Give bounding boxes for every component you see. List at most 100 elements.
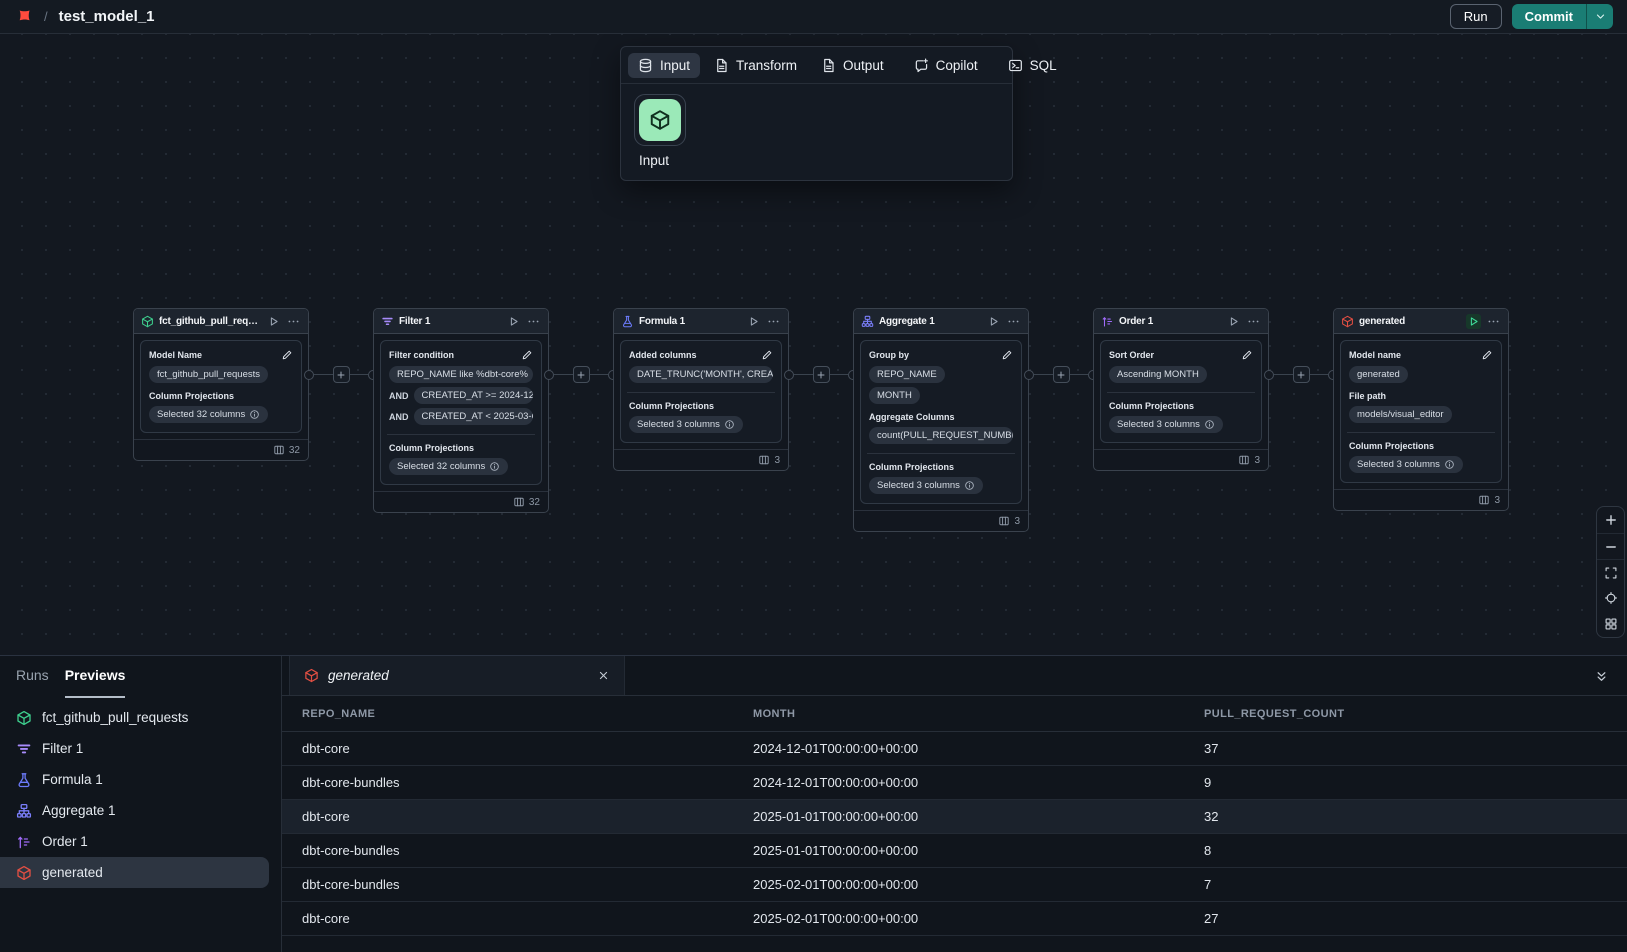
list-item-aggregate-1[interactable]: Aggregate 1 (0, 795, 269, 826)
add-node-button[interactable] (1293, 366, 1310, 383)
edit-node-button[interactable] (521, 349, 533, 361)
play-icon (747, 315, 760, 328)
node-value-pill[interactable]: Selected 3 columns (629, 416, 743, 433)
node-value-pill[interactable]: CREATED_AT >= 2024-12-01 (414, 387, 534, 404)
node-column-count: 3 (1014, 516, 1020, 527)
edit-node-button[interactable] (1241, 349, 1253, 361)
node-menu-button[interactable] (526, 314, 541, 329)
zoom-in-button[interactable] (1597, 507, 1624, 533)
node-value-pill[interactable]: Selected 32 columns (389, 458, 508, 475)
tab-runs[interactable]: Runs (16, 667, 49, 698)
node-menu-button[interactable] (286, 314, 301, 329)
fit-view-button[interactable] (1597, 559, 1624, 585)
node-aggregate-1[interactable]: Aggregate 1Group byREPO_NAMEMONTHAggrega… (853, 308, 1029, 532)
dbt-canvas-app: / test_model_1 Run Commit InputTransform… (0, 0, 1627, 952)
node-formula-1[interactable]: Formula 1Added columnsDATE_TRUNC('MONTH'… (613, 308, 789, 471)
node-menu-button[interactable] (1006, 314, 1021, 329)
node-value-pill[interactable]: MONTH (869, 387, 920, 404)
palette-tab-transform[interactable]: Transform (704, 53, 807, 78)
tab-previews[interactable]: Previews (65, 667, 126, 698)
node-filter-1[interactable]: Filter 1Filter conditionREPO_NAME like %… (373, 308, 549, 513)
node-menu-button[interactable] (1486, 314, 1501, 329)
node-value-pill[interactable]: REPO_NAME (869, 366, 945, 383)
minimap-button[interactable] (1597, 611, 1624, 637)
palette-item-input[interactable]: Input (634, 94, 704, 168)
edit-node-button[interactable] (1001, 349, 1013, 361)
node-title: generated (1359, 316, 1461, 327)
dbt-logo-icon[interactable] (14, 7, 33, 26)
close-icon[interactable] (597, 669, 610, 682)
table-row[interactable]: dbt-core-bundles2024-12-01T00:00:00+00:0… (282, 766, 1627, 800)
commit-button[interactable]: Commit (1512, 4, 1586, 29)
run-node-button[interactable] (1226, 314, 1241, 329)
node-value-pill[interactable]: REPO_NAME like %dbt-core% (389, 366, 533, 383)
table-row[interactable]: dbt-core2025-01-01T00:00:00+00:0032 (282, 800, 1627, 834)
minus-icon (1604, 540, 1618, 554)
palette-tab-sql[interactable]: SQL (998, 53, 1067, 78)
locate-button[interactable] (1597, 585, 1624, 611)
palette-tab-input[interactable]: Input (628, 53, 700, 78)
node-column-count: 32 (289, 445, 300, 456)
node-value-pill[interactable]: Selected 3 columns (1349, 456, 1463, 473)
node-generated[interactable]: generatedModel namegeneratedFile pathmod… (1333, 308, 1509, 511)
collapse-panel-button[interactable] (1589, 664, 1613, 688)
node-value-pill[interactable]: Selected 3 columns (869, 477, 983, 494)
add-node-button[interactable] (333, 366, 350, 383)
output-port[interactable] (1024, 370, 1034, 380)
run-node-button[interactable] (746, 314, 761, 329)
column-header[interactable]: MONTH (753, 708, 1204, 720)
column-header[interactable]: PULL_REQUEST_COUNT (1204, 708, 1627, 720)
node-value-pill[interactable]: Selected 32 columns (149, 406, 268, 423)
commit-dropdown-button[interactable] (1586, 4, 1613, 29)
canvas[interactable]: InputTransformOutput Copilot SQL Input fct… (0, 34, 1627, 655)
node-value-pill[interactable]: generated (1349, 366, 1408, 383)
list-item-formula-1[interactable]: Formula 1 (0, 764, 269, 795)
add-node-button[interactable] (1053, 366, 1070, 383)
table-row[interactable]: dbt-core-bundles2025-01-01T00:00:00+00:0… (282, 834, 1627, 868)
palette-tab-output[interactable]: Output (811, 53, 894, 78)
node-field-row: REPO_NAME like %dbt-core% (389, 366, 533, 383)
list-item-label: Filter 1 (42, 741, 83, 756)
node-order-1[interactable]: Order 1Sort OrderAscending MONTHColumn P… (1093, 308, 1269, 471)
node-value-pill[interactable]: CREATED_AT < 2025-03-01 (414, 408, 534, 425)
edit-node-button[interactable] (281, 349, 293, 361)
add-node-button[interactable] (813, 366, 830, 383)
commit-button-group: Commit (1512, 4, 1613, 29)
output-port[interactable] (304, 370, 314, 380)
run-node-button[interactable] (986, 314, 1001, 329)
run-button[interactable]: Run (1450, 4, 1502, 29)
run-node-button[interactable] (266, 314, 281, 329)
list-item-filter-1[interactable]: Filter 1 (0, 733, 269, 764)
output-port[interactable] (784, 370, 794, 380)
edit-node-button[interactable] (761, 349, 773, 361)
output-port[interactable] (1264, 370, 1274, 380)
list-item-order-1[interactable]: Order 1 (0, 826, 269, 857)
table-row[interactable]: dbt-core2024-12-01T00:00:00+00:0037 (282, 732, 1627, 766)
list-item-fct-github-pull-requests[interactable]: fct_github_pull_requests (0, 702, 269, 733)
add-node-button[interactable] (573, 366, 590, 383)
node-value-pill[interactable]: count(PULL_REQUEST_NUMBER) as ... (869, 427, 1013, 444)
node-value-pill[interactable]: Ascending MONTH (1109, 366, 1207, 383)
table-row[interactable]: dbt-core-bundles2025-02-01T00:00:00+00:0… (282, 868, 1627, 902)
node-menu-button[interactable] (1246, 314, 1261, 329)
list-item-generated[interactable]: generated (0, 857, 269, 888)
column-header[interactable]: REPO_NAME (302, 708, 753, 720)
node-value-pill[interactable]: fct_github_pull_requests (149, 366, 268, 383)
run-node-button[interactable] (506, 314, 521, 329)
output-port[interactable] (544, 370, 554, 380)
edit-node-button[interactable] (1481, 349, 1493, 361)
table-cell: 2025-01-01T00:00:00+00:00 (753, 843, 1204, 858)
node-value-pill[interactable]: Selected 3 columns (1109, 416, 1223, 433)
palette-tab-copilot[interactable]: Copilot (904, 53, 988, 78)
node-value-pill[interactable]: models/visual_editor (1349, 406, 1452, 423)
run-node-button[interactable] (1466, 314, 1481, 329)
bottom-panel: Runs Previews fct_github_pull_requests Fil… (0, 655, 1627, 952)
node-menu-button[interactable] (766, 314, 781, 329)
table-row[interactable]: dbt-core2025-02-01T00:00:00+00:0027 (282, 902, 1627, 936)
preview-tab-generated[interactable]: generated (289, 656, 625, 695)
table-cell: dbt-core-bundles (302, 843, 753, 858)
edge-connector (789, 366, 853, 383)
node-fct-github-pull-requests[interactable]: fct_github_pull_requestsModel Namefct_gi… (133, 308, 309, 461)
node-value-pill[interactable]: DATE_TRUNC('MONTH', CREATED_AT... (629, 366, 773, 383)
zoom-out-button[interactable] (1597, 533, 1624, 559)
